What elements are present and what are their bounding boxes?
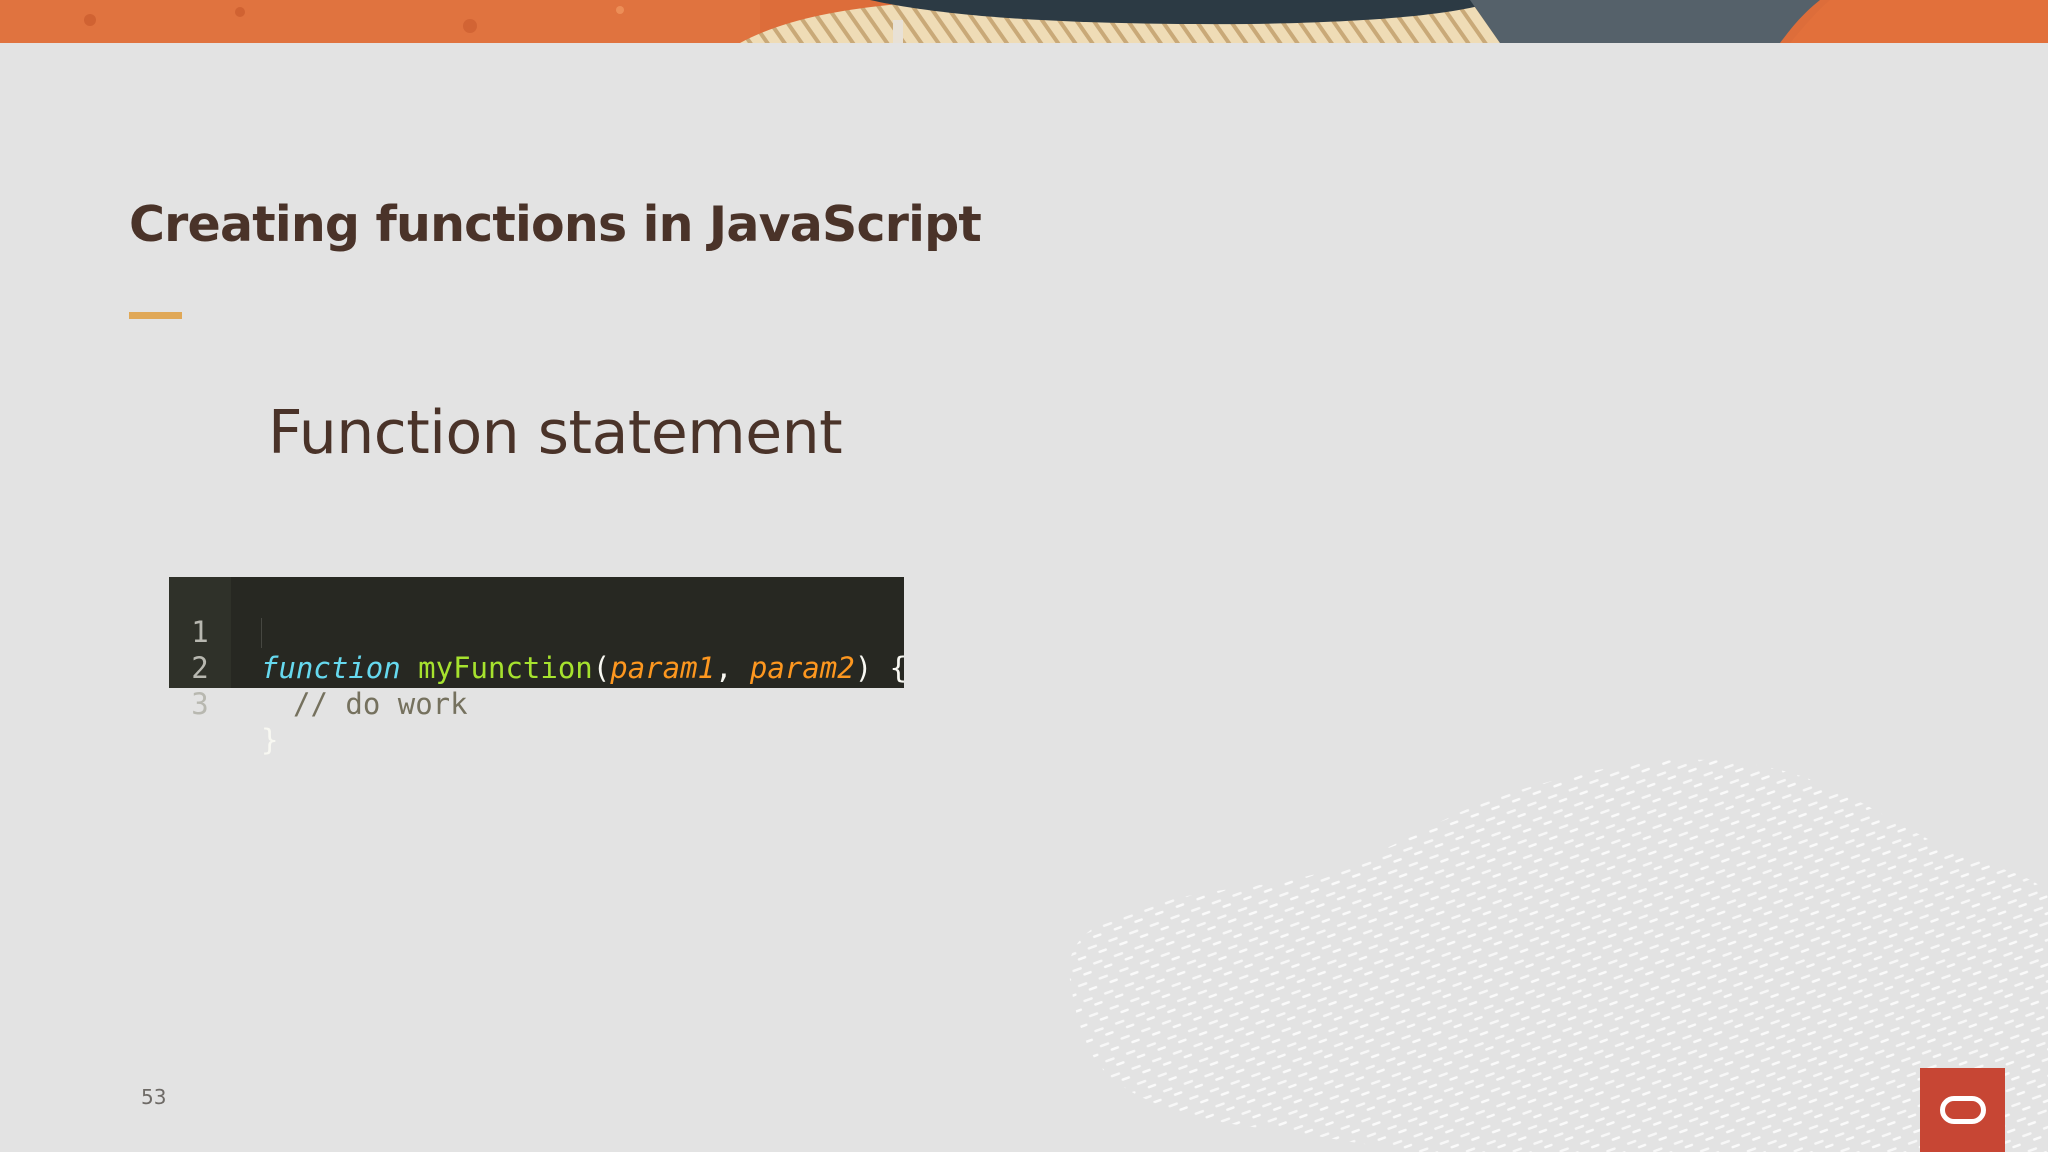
slide-subtitle: Function statement: [268, 398, 843, 468]
punctuation-token: ,: [715, 651, 750, 685]
code-line-2: 2 // do work: [169, 614, 467, 721]
page-number: 53: [141, 1085, 167, 1109]
line-number: 3: [191, 687, 209, 721]
param-token: param2: [749, 651, 855, 685]
title-accent-line: [129, 312, 182, 319]
code-block: 1 function myFunction(param1, param2) { …: [169, 577, 907, 757]
code-text: function myFunction(param1, param2) {: [261, 650, 907, 686]
code-line-3: 3 }: [169, 650, 278, 757]
header-banner-image: [0, 0, 2048, 43]
comment-token: // do work: [293, 687, 468, 721]
decorative-texture: [1069, 759, 2048, 1152]
punctuation-token: (: [592, 651, 611, 685]
slide: Creating functions in JavaScript Functio…: [0, 0, 2048, 1152]
punctuation-token: }: [261, 723, 279, 757]
function-name-token: myFunction: [418, 651, 593, 685]
param-token: param1: [610, 651, 715, 685]
code-line-1: 1 function myFunction(param1, param2) {: [169, 578, 907, 685]
slide-title: Creating functions in JavaScript: [129, 196, 982, 253]
oracle-logo-icon: [1920, 1068, 2005, 1152]
keyword-token: function: [261, 651, 401, 685]
punctuation-token: ) {: [854, 651, 908, 685]
